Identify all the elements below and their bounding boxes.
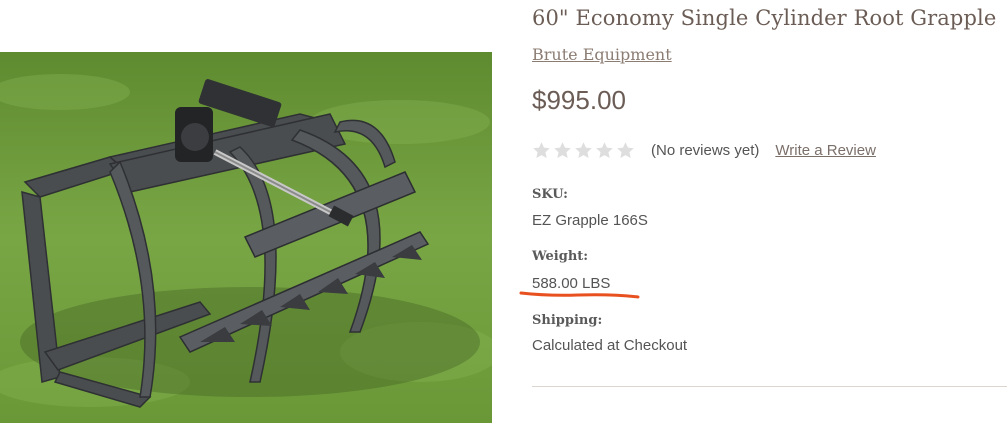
product-image[interactable] (0, 52, 492, 423)
star-rating (532, 141, 635, 160)
sku-value: EZ Grapple 166S (532, 212, 648, 229)
grapple-photo (0, 52, 492, 423)
sku-label: SKU: (532, 187, 568, 202)
product-details: 60" Economy Single Cylinder Root Grapple… (519, 0, 1007, 423)
hand-drawn-underline (519, 291, 640, 299)
rating-row: (No reviews yet) Write a Review (532, 139, 876, 161)
star-icon (575, 141, 592, 158)
product-title: 60" Economy Single Cylinder Root Grapple (532, 6, 997, 30)
star-icon (596, 141, 613, 158)
star-icon (533, 141, 550, 158)
star-icon (617, 141, 634, 158)
shipping-value: Calculated at Checkout (532, 337, 688, 354)
star-icon (554, 141, 571, 158)
reviews-count: (No reviews yet) (651, 141, 760, 159)
shipping-label: Shipping: (532, 313, 603, 328)
divider (532, 386, 1007, 387)
write-review-link[interactable]: Write a Review (775, 142, 876, 159)
weight-label: Weight: (532, 249, 589, 264)
product-price: $995.00 (532, 85, 626, 115)
brand-link[interactable]: Brute Equipment (532, 45, 672, 64)
